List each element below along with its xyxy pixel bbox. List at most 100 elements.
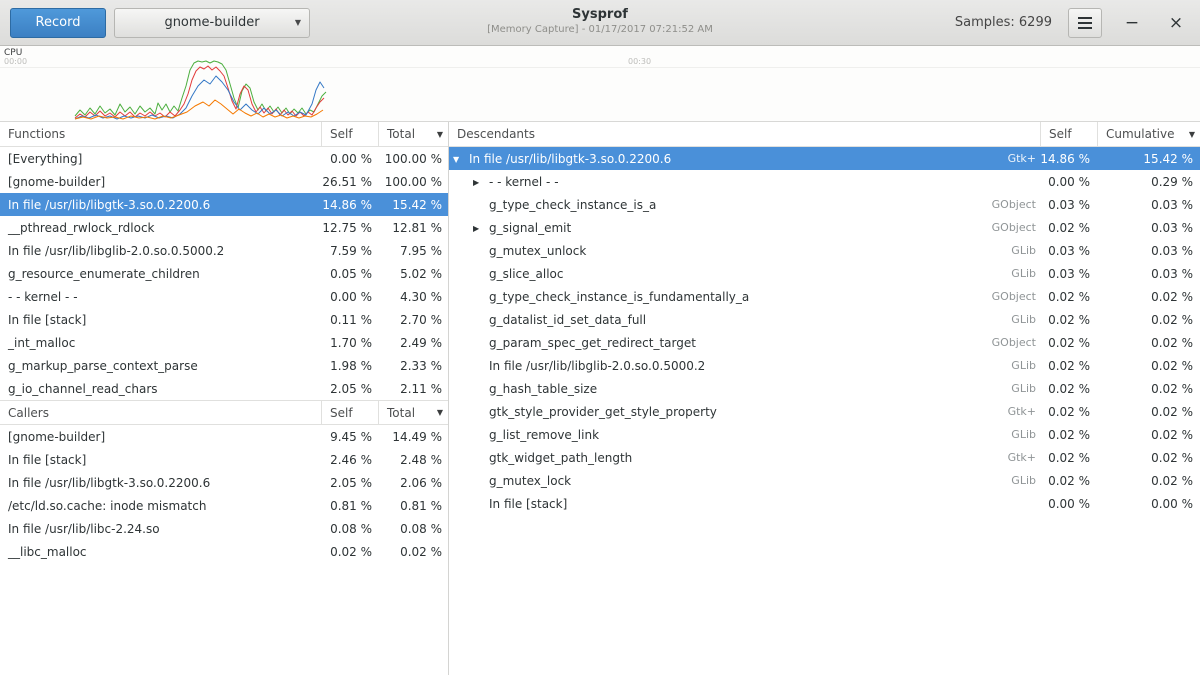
column-header-callers[interactable]: Callers bbox=[0, 401, 321, 424]
descendants-table-row[interactable]: g_mutex_unlockGLib0.03 %0.03 % bbox=[449, 239, 1200, 262]
sort-descending-icon: ▼ bbox=[1189, 130, 1200, 139]
total-percent: 12.81 % bbox=[378, 221, 448, 235]
triangle-right-icon[interactable]: ▶ bbox=[473, 224, 489, 233]
functions-table-row[interactable]: - - kernel - -0.00 %4.30 % bbox=[0, 285, 448, 308]
self-percent: 0.02 % bbox=[1040, 382, 1097, 396]
functions-table-row[interactable]: g_resource_enumerate_children0.05 %5.02 … bbox=[0, 262, 448, 285]
target-selector-dropdown[interactable]: gnome-builder ▼ bbox=[114, 8, 310, 38]
total-percent: 2.48 % bbox=[378, 453, 448, 467]
cumulative-percent: 15.42 % bbox=[1097, 152, 1200, 166]
descendant-name: g_slice_alloc bbox=[489, 267, 563, 281]
minimize-button[interactable]: − bbox=[1118, 8, 1146, 38]
descendants-table-row[interactable]: In file [stack]0.00 %0.00 % bbox=[449, 492, 1200, 515]
column-header-total[interactable]: Total ▼ bbox=[378, 122, 448, 146]
descendants-table-row[interactable]: gtk_style_provider_get_style_propertyGtk… bbox=[449, 400, 1200, 423]
left-pane: Functions Self Total ▼ [Everything]0.00 … bbox=[0, 122, 449, 675]
record-button[interactable]: Record bbox=[10, 8, 106, 38]
column-header-functions[interactable]: Functions bbox=[0, 122, 321, 146]
functions-table-row[interactable]: g_markup_parse_context_parse1.98 %2.33 % bbox=[0, 354, 448, 377]
function-name: [Everything] bbox=[0, 152, 321, 166]
functions-table-row[interactable]: In file /usr/lib/libglib-2.0.so.0.5000.2… bbox=[0, 239, 448, 262]
callers-table-row[interactable]: /etc/ld.so.cache: inode mismatch0.81 %0.… bbox=[0, 494, 448, 517]
triangle-down-icon[interactable]: ▼ bbox=[453, 155, 469, 164]
callers-table-row[interactable]: In file [stack]2.46 %2.48 % bbox=[0, 448, 448, 471]
callers-table-row[interactable]: [gnome-builder]9.45 %14.49 % bbox=[0, 425, 448, 448]
descendant-name: g_param_spec_get_redirect_target bbox=[489, 336, 696, 350]
descendants-table-row[interactable]: ▼In file /usr/lib/libgtk-3.so.0.2200.6Gt… bbox=[449, 147, 1200, 170]
cumulative-percent: 0.03 % bbox=[1097, 244, 1200, 258]
descendants-table-row[interactable]: g_slice_allocGLib0.03 %0.03 % bbox=[449, 262, 1200, 285]
callers-table-row[interactable]: In file /usr/lib/libgtk-3.so.0.2200.62.0… bbox=[0, 471, 448, 494]
descendant-name-cell: In file /usr/lib/libglib-2.0.so.0.5000.2 bbox=[449, 359, 970, 373]
descendant-name: g_mutex_lock bbox=[489, 474, 571, 488]
descendants-table-row[interactable]: gtk_widget_path_lengthGtk+0.02 %0.02 % bbox=[449, 446, 1200, 469]
callers-table-row[interactable]: In file /usr/lib/libc-2.24.so0.08 %0.08 … bbox=[0, 517, 448, 540]
descendant-name: In file /usr/lib/libglib-2.0.so.0.5000.2 bbox=[489, 359, 705, 373]
descendants-table-row[interactable]: g_type_check_instance_is_aGObject0.03 %0… bbox=[449, 193, 1200, 216]
functions-table-row[interactable]: _int_malloc1.70 %2.49 % bbox=[0, 331, 448, 354]
library-badge: GLib bbox=[970, 359, 1040, 372]
column-header-self[interactable]: Self bbox=[321, 122, 378, 146]
function-name: g_markup_parse_context_parse bbox=[0, 359, 321, 373]
self-percent: 12.75 % bbox=[321, 221, 378, 235]
descendants-table-row[interactable]: g_hash_table_sizeGLib0.02 %0.02 % bbox=[449, 377, 1200, 400]
descendant-name-cell: g_param_spec_get_redirect_target bbox=[449, 336, 970, 350]
functions-table-row[interactable]: [Everything]0.00 %100.00 % bbox=[0, 147, 448, 170]
functions-table-row[interactable]: __pthread_rwlock_rdlock12.75 %12.81 % bbox=[0, 216, 448, 239]
descendant-name-cell: ▶g_signal_emit bbox=[449, 221, 970, 235]
library-badge: GLib bbox=[970, 428, 1040, 441]
descendants-table-row[interactable]: g_type_check_instance_is_fundamentally_a… bbox=[449, 285, 1200, 308]
descendants-table-row[interactable]: ▶g_signal_emitGObject0.02 %0.03 % bbox=[449, 216, 1200, 239]
functions-table-row[interactable]: g_io_channel_read_chars2.05 %2.11 % bbox=[0, 377, 448, 400]
self-percent: 0.00 % bbox=[1040, 497, 1097, 511]
triangle-right-icon[interactable]: ▶ bbox=[473, 178, 489, 187]
self-percent: 0.02 % bbox=[1040, 313, 1097, 327]
function-name: In file /usr/lib/libglib-2.0.so.0.5000.2 bbox=[0, 244, 321, 258]
cumulative-percent: 0.02 % bbox=[1097, 474, 1200, 488]
callers-table: [gnome-builder]9.45 %14.49 %In file [sta… bbox=[0, 425, 448, 675]
descendant-name: g_type_check_instance_is_a bbox=[489, 198, 656, 212]
title-box: Sysprof [Memory Capture] - 01/17/2017 07… bbox=[487, 6, 713, 36]
descendant-name-cell: g_mutex_lock bbox=[449, 474, 970, 488]
self-percent: 2.05 % bbox=[321, 476, 378, 490]
descendant-name-cell: ▼In file /usr/lib/libgtk-3.so.0.2200.6 bbox=[449, 152, 970, 166]
functions-table-row[interactable]: [gnome-builder]26.51 %100.00 % bbox=[0, 170, 448, 193]
cpu-graph[interactable]: CPU 00:00 00:30 bbox=[0, 46, 1200, 122]
column-header-self[interactable]: Self bbox=[1040, 122, 1097, 146]
function-name: [gnome-builder] bbox=[0, 430, 321, 444]
descendant-name-cell: gtk_widget_path_length bbox=[449, 451, 970, 465]
library-badge: GLib bbox=[970, 267, 1040, 280]
callers-table-row[interactable]: __libc_malloc0.02 %0.02 % bbox=[0, 540, 448, 563]
column-header-self[interactable]: Self bbox=[321, 401, 378, 424]
function-name: In file /usr/lib/libgtk-3.so.0.2200.6 bbox=[0, 198, 321, 212]
descendants-table-row[interactable]: g_datalist_id_set_data_fullGLib0.02 %0.0… bbox=[449, 308, 1200, 331]
column-header-total[interactable]: Total ▼ bbox=[378, 401, 448, 424]
descendants-table-row[interactable]: g_mutex_lockGLib0.02 %0.02 % bbox=[449, 469, 1200, 492]
column-header-descendants[interactable]: Descendants bbox=[449, 122, 1040, 146]
descendants-table-row[interactable]: g_list_remove_linkGLib0.02 %0.02 % bbox=[449, 423, 1200, 446]
library-badge: Gtk+ bbox=[970, 152, 1040, 165]
functions-table-row[interactable]: In file /usr/lib/libgtk-3.so.0.2200.614.… bbox=[0, 193, 448, 216]
cpu-line-red bbox=[75, 66, 324, 118]
total-percent: 100.00 % bbox=[378, 175, 448, 189]
column-header-cumulative[interactable]: Cumulative ▼ bbox=[1097, 122, 1200, 146]
functions-table-row[interactable]: In file [stack]0.11 %2.70 % bbox=[0, 308, 448, 331]
descendants-table-row[interactable]: In file /usr/lib/libglib-2.0.so.0.5000.2… bbox=[449, 354, 1200, 377]
descendant-name: g_mutex_unlock bbox=[489, 244, 586, 258]
descendants-table-row[interactable]: g_param_spec_get_redirect_targetGObject0… bbox=[449, 331, 1200, 354]
column-header-total-label: Total bbox=[387, 406, 415, 420]
descendant-name: g_type_check_instance_is_fundamentally_a bbox=[489, 290, 749, 304]
cumulative-percent: 0.03 % bbox=[1097, 198, 1200, 212]
descendants-table-row[interactable]: ▶- - kernel - -0.00 %0.29 % bbox=[449, 170, 1200, 193]
cumulative-percent: 0.02 % bbox=[1097, 336, 1200, 350]
total-percent: 7.95 % bbox=[378, 244, 448, 258]
capture-subtitle: [Memory Capture] - 01/17/2017 07:21:52 A… bbox=[487, 23, 713, 36]
function-name: __pthread_rwlock_rdlock bbox=[0, 221, 321, 235]
menu-button[interactable] bbox=[1068, 8, 1102, 38]
column-header-total-label: Total bbox=[387, 127, 415, 141]
self-percent: 0.02 % bbox=[1040, 405, 1097, 419]
self-percent: 0.02 % bbox=[1040, 336, 1097, 350]
total-percent: 2.11 % bbox=[378, 382, 448, 396]
functions-table-header: Functions Self Total ▼ bbox=[0, 122, 448, 147]
close-button[interactable]: × bbox=[1162, 8, 1190, 38]
